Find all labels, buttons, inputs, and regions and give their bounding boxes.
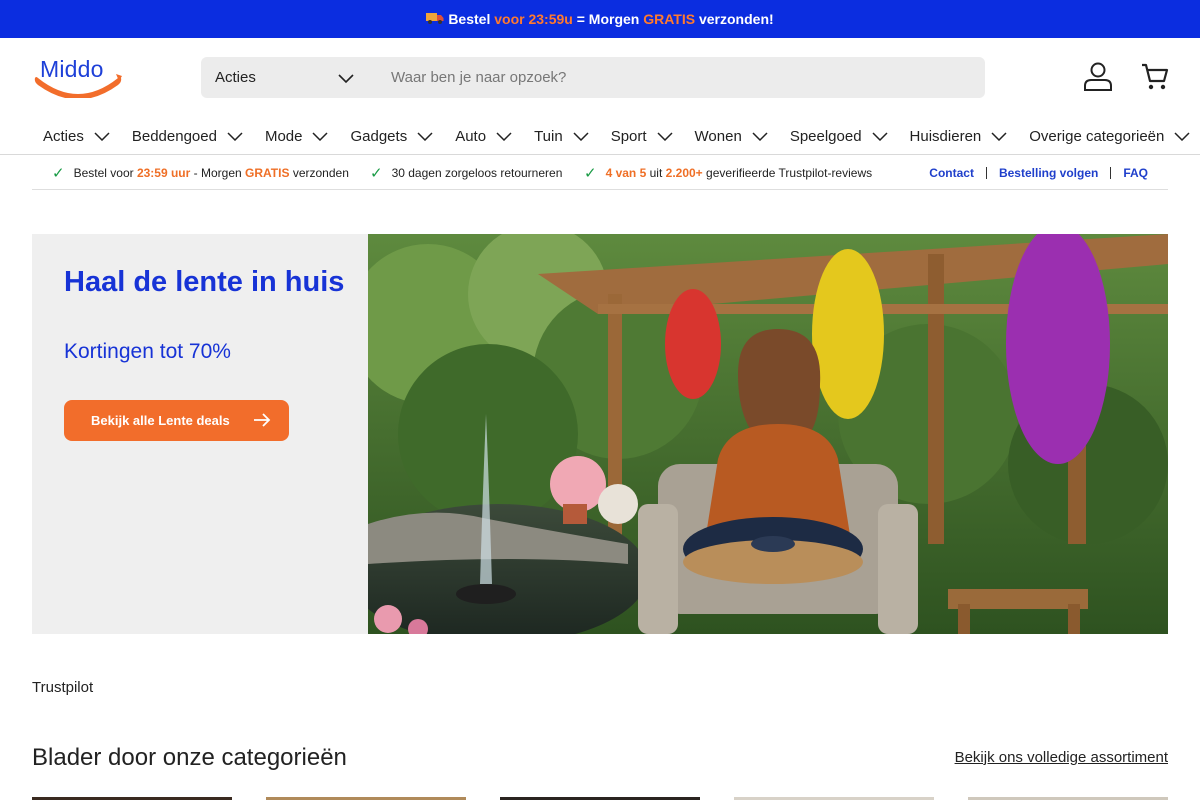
divider xyxy=(1110,166,1112,179)
contact-link[interactable]: Contact xyxy=(929,166,974,180)
usp-highlight: GRATIS xyxy=(245,165,290,180)
nav-label: Wonen xyxy=(694,127,742,145)
nav-item-sport[interactable]: Sport xyxy=(600,118,684,154)
chevron-down-icon xyxy=(752,132,768,141)
usp-highlight: 4 van 5 xyxy=(605,165,647,180)
hero-panel: Haal de lente in huis Kortingen tot 70% … xyxy=(32,234,368,634)
logo[interactable]: Middo xyxy=(32,56,124,98)
search-bar: Acties xyxy=(201,57,985,98)
nav-label: Gadgets xyxy=(350,127,408,145)
chevron-down-icon xyxy=(94,132,110,141)
check-icon: ✓ xyxy=(584,164,597,182)
cart-icon[interactable] xyxy=(1140,62,1170,92)
logo-smile-icon xyxy=(34,74,122,98)
announce-part1: Bestel xyxy=(448,11,491,27)
faq-link[interactable]: FAQ xyxy=(1123,166,1148,180)
hero-title: Haal de lente in huis xyxy=(64,266,345,298)
check-icon: ✓ xyxy=(370,164,383,182)
nav-item-speelgoed[interactable]: Speelgoed xyxy=(779,118,899,154)
nav-item-huisdieren[interactable]: Huisdieren xyxy=(899,118,1019,154)
announcement-bar: Bestel voor 23:59u = Morgen GRATIS verzo… xyxy=(0,0,1200,38)
hero-cta-button[interactable]: Bekijk alle Lente deals xyxy=(64,400,289,441)
site-header: Middo Acties xyxy=(0,38,1200,118)
arrow-right-icon xyxy=(254,413,271,427)
search-category-select[interactable]: Acties xyxy=(215,57,256,98)
nav-label: Sport xyxy=(610,127,647,145)
nav-label: Auto xyxy=(455,127,487,145)
header-links: Contact Bestelling volgen FAQ xyxy=(929,156,1148,189)
nav-item-gadgets[interactable]: Gadgets xyxy=(339,118,444,154)
nav-item-auto[interactable]: Auto xyxy=(444,118,523,154)
chevron-down-icon xyxy=(573,132,589,141)
nav-label: Beddengoed xyxy=(131,127,217,145)
usp-text: geverifieerde Trustpilot-reviews xyxy=(706,165,873,180)
usp-highlight: 2.200+ xyxy=(665,165,703,180)
announce-part3: = Morgen xyxy=(576,11,640,27)
divider xyxy=(985,166,987,179)
hero-subtitle: Kortingen tot 70% xyxy=(64,340,231,363)
nav-label: Tuin xyxy=(534,127,563,145)
usp-returns: ✓ 30 dagen zorgeloos retourneren xyxy=(370,156,562,189)
chevron-down-icon xyxy=(657,132,673,141)
chevron-down-icon xyxy=(872,132,888,141)
truck-icon xyxy=(426,11,444,28)
usp-text: 30 dagen zorgeloos retourneren xyxy=(391,165,563,180)
chevron-down-icon xyxy=(1174,132,1190,141)
chevron-down-icon xyxy=(227,132,243,141)
check-icon: ✓ xyxy=(52,164,65,182)
nav-label: Overige categorieën xyxy=(1029,127,1165,145)
nav-label: Huisdieren xyxy=(909,127,982,145)
usp-highlight: 23:59 uur xyxy=(136,165,191,180)
chevron-down-icon xyxy=(991,132,1007,141)
search-input[interactable] xyxy=(391,57,971,98)
announce-part5: verzonden! xyxy=(698,11,774,27)
announce-part4: GRATIS xyxy=(643,11,696,27)
chevron-down-icon xyxy=(338,74,354,84)
nav-item-tuin[interactable]: Tuin xyxy=(523,118,600,154)
search-category-label: Acties xyxy=(215,69,256,86)
account-icon[interactable] xyxy=(1082,60,1114,92)
nav-label: Mode xyxy=(264,127,303,145)
hero-image[interactable] xyxy=(368,234,1168,634)
usp-text: - Morgen xyxy=(193,165,242,180)
nav-item-overige[interactable]: Overige categorieën xyxy=(1018,118,1200,154)
chevron-down-icon xyxy=(312,132,329,141)
nav-item-mode[interactable]: Mode xyxy=(254,118,340,154)
nav-item-wonen[interactable]: Wonen xyxy=(684,118,779,154)
chevron-down-icon xyxy=(417,132,433,141)
nav-item-beddengoed[interactable]: Beddengoed xyxy=(121,118,254,154)
nav-label: Acties xyxy=(43,127,84,145)
usp-reviews: ✓ 4 van 5 uit 2.200+ geverifieerde Trust… xyxy=(584,156,872,189)
usp-text: uit xyxy=(649,165,663,180)
view-all-link[interactable]: Bekijk ons volledige assortiment xyxy=(955,749,1168,766)
categories-heading: Blader door onze categorieën xyxy=(32,744,347,771)
nav-label: Speelgoed xyxy=(789,127,862,145)
main-nav: Acties Beddengoed Mode Gadgets Auto Tuin… xyxy=(0,118,1200,155)
hero-cta-label: Bekijk alle Lente deals xyxy=(91,413,230,428)
usp-delivery: ✓ Bestel voor 23:59 uur - Morgen GRATIS … xyxy=(52,156,349,189)
usp-bar: ✓ Bestel voor 23:59 uur - Morgen GRATIS … xyxy=(32,156,1168,190)
order-tracking-link[interactable]: Bestelling volgen xyxy=(999,166,1098,180)
usp-text: verzonden xyxy=(292,165,349,180)
usp-text: Bestel voor xyxy=(73,165,134,180)
trustpilot-widget[interactable]: Trustpilot xyxy=(32,679,93,696)
chevron-down-icon xyxy=(496,132,512,141)
announce-part2: voor 23:59u xyxy=(494,11,573,27)
nav-item-acties[interactable]: Acties xyxy=(32,118,121,154)
